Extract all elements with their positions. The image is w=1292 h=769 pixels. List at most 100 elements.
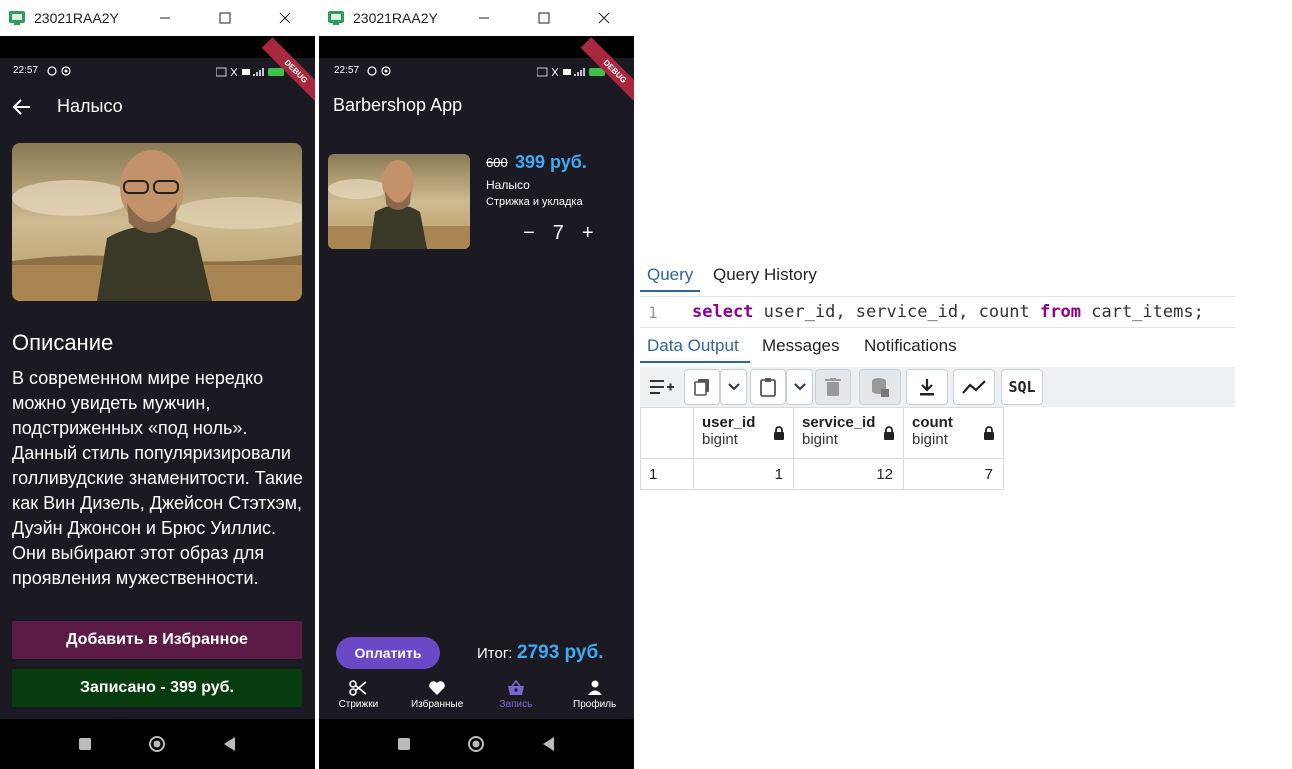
copy-icon xyxy=(694,379,709,396)
nav-item-profile[interactable]: Профиль xyxy=(555,680,634,716)
column-type: bigint xyxy=(802,431,838,448)
download-icon xyxy=(920,379,934,396)
whatsapp-icon xyxy=(47,66,57,76)
cart-item-image xyxy=(328,154,470,249)
tab-messages[interactable]: Messages xyxy=(762,336,839,356)
notification-icon xyxy=(61,66,71,76)
nav-label: Запись xyxy=(499,699,533,710)
add-row-button[interactable] xyxy=(640,369,682,405)
whatsapp-icon xyxy=(367,66,377,76)
close-button[interactable] xyxy=(255,0,315,36)
tab-notifications[interactable]: Notifications xyxy=(864,336,957,356)
chevron-down-icon xyxy=(727,383,740,391)
save-data-button[interactable] xyxy=(859,369,901,405)
right-emulator-window: 23021RAA2Y 22:57 DEBUG Barbershop App 60… xyxy=(319,0,634,769)
maximize-icon xyxy=(538,12,550,24)
bald-man-photo xyxy=(328,154,470,249)
service-image xyxy=(12,143,302,301)
status-bar: 22:57 DEBUG xyxy=(319,37,634,106)
nav-label: Профиль xyxy=(573,699,617,710)
database-save-icon xyxy=(872,378,889,397)
tab-query[interactable]: Query xyxy=(647,265,693,285)
status-time: 22:57 xyxy=(13,65,39,76)
close-icon xyxy=(598,12,610,24)
line-chart-icon xyxy=(962,380,986,394)
sql-code: select user_id, service_id, count from c… xyxy=(692,302,1204,322)
graph-visualiser-button[interactable] xyxy=(953,369,995,405)
recents-icon[interactable] xyxy=(78,738,91,750)
nav-item-booking[interactable]: Запись xyxy=(477,680,556,716)
quantity-value: 7 xyxy=(552,222,564,244)
copy-options-dropdown[interactable] xyxy=(720,369,747,405)
sql-table: cart_items; xyxy=(1091,302,1204,322)
tab-active-indicator xyxy=(640,290,700,292)
cell-count[interactable]: 7 xyxy=(903,458,1004,490)
data-output-toolbar: SQL xyxy=(640,367,1235,407)
column-header-service-id[interactable]: service_id bigint xyxy=(793,407,904,459)
window-titlebar: 23021RAA2Y xyxy=(319,0,634,36)
phone-screen: 22:57 DEBUG Налысо Описание В современно… xyxy=(0,37,315,719)
sql-keyword-select: select xyxy=(692,302,754,322)
column-header-user-id[interactable]: user_id bigint xyxy=(693,407,794,459)
tab-data-output[interactable]: Data Output xyxy=(647,336,739,356)
lock-icon xyxy=(984,426,994,440)
home-icon[interactable] xyxy=(148,735,166,753)
cell-service-id[interactable]: 12 xyxy=(793,458,904,490)
sql-button[interactable]: SQL xyxy=(1001,369,1043,405)
grid-header-row: user_id bigint service_id bigint count b… xyxy=(640,407,1004,459)
window-title: 23021RAA2Y xyxy=(353,10,438,26)
cart-item-subtitle: Стрижка и укладка xyxy=(486,196,583,208)
close-button[interactable] xyxy=(574,0,634,36)
minimize-icon xyxy=(479,17,489,19)
trash-icon xyxy=(825,378,841,396)
cell-user-id[interactable]: 1 xyxy=(693,458,794,490)
column-name: service_id xyxy=(802,414,876,431)
lock-icon xyxy=(774,426,784,440)
bottom-navigation: Стрижки Избранные Запись Профиль xyxy=(319,680,634,716)
recents-icon[interactable] xyxy=(397,738,410,750)
add-to-favorites-button[interactable]: Добавить в Избранное xyxy=(12,621,302,659)
emulator-app-icon xyxy=(328,11,344,25)
signal-icons xyxy=(216,67,284,77)
delete-button[interactable] xyxy=(815,369,851,405)
status-bar: 22:57 DEBUG xyxy=(0,37,315,106)
recorded-button[interactable]: Записано - 399 руб. xyxy=(12,669,302,707)
nav-item-favorites[interactable]: Избранные xyxy=(398,680,477,716)
back-icon[interactable] xyxy=(224,737,236,751)
download-button[interactable] xyxy=(906,369,948,405)
row-number[interactable]: 1 xyxy=(640,458,694,490)
phone-screen: 22:57 DEBUG Barbershop App 600 399 руб. … xyxy=(319,37,634,719)
home-icon[interactable] xyxy=(467,735,485,753)
pay-button[interactable]: Оплатить xyxy=(336,637,440,669)
total-label: Итог: xyxy=(477,645,513,662)
description-text: В современном мире нередко можно увидеть… xyxy=(12,368,303,588)
copy-button[interactable] xyxy=(684,369,720,405)
decrement-button[interactable]: − xyxy=(523,222,535,245)
appbar-title: Налысо xyxy=(57,96,123,116)
maximize-button[interactable] xyxy=(195,0,255,36)
appbar-title: Barbershop App xyxy=(333,95,463,115)
back-icon[interactable] xyxy=(543,737,555,751)
paste-options-dropdown[interactable] xyxy=(786,369,813,405)
paste-button[interactable] xyxy=(750,369,786,405)
maximize-button[interactable] xyxy=(514,0,574,36)
increment-button[interactable]: + xyxy=(582,222,594,245)
line-number: 1 xyxy=(648,303,658,322)
total-value: 2793 руб. xyxy=(517,642,604,663)
tab-query-history[interactable]: Query History xyxy=(713,265,817,285)
minimize-button[interactable] xyxy=(135,0,195,36)
clipboard-icon xyxy=(760,378,776,397)
nav-item-haircuts[interactable]: Стрижки xyxy=(319,680,398,716)
close-icon xyxy=(279,12,291,24)
minimize-icon xyxy=(160,17,170,19)
heart-icon xyxy=(429,681,445,695)
minimize-button[interactable] xyxy=(454,0,514,36)
new-price: 399 руб. xyxy=(515,152,587,172)
basket-icon xyxy=(507,680,524,695)
nav-label: Избранные xyxy=(410,699,464,710)
back-arrow-icon[interactable] xyxy=(13,99,31,115)
column-header-count[interactable]: count bigint xyxy=(903,407,1004,459)
sql-editor[interactable]: 1 select user_id, service_id, count from… xyxy=(640,296,1235,328)
sql-columns: user_id, service_id, count xyxy=(763,302,1030,322)
scissors-icon xyxy=(349,680,367,696)
